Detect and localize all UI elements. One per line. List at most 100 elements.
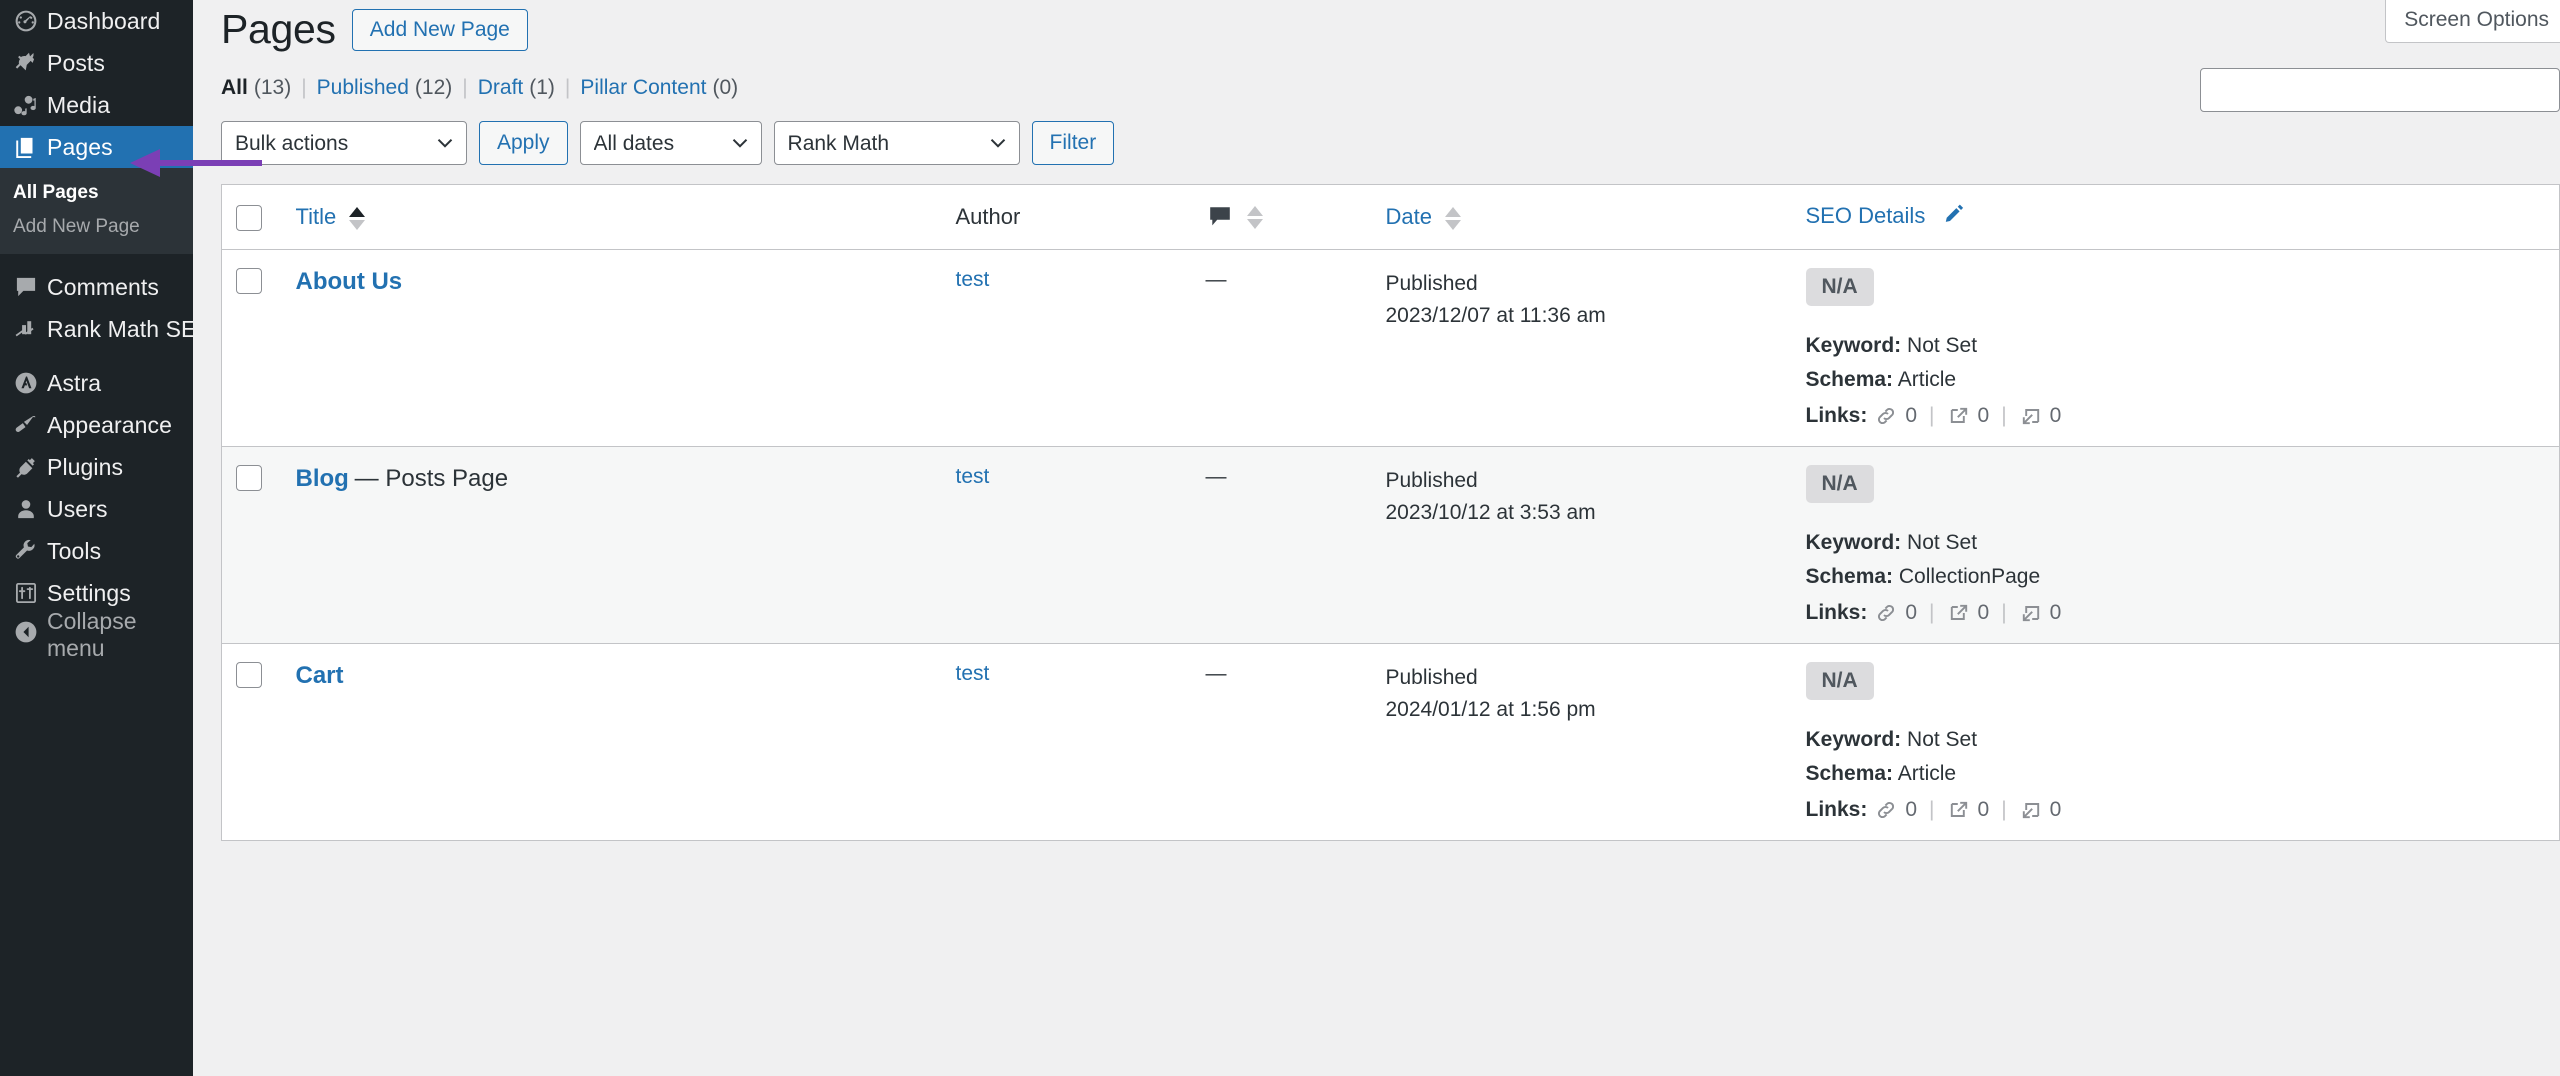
internal-link-icon (1874, 404, 1898, 428)
keyword-label: Keyword: (1805, 334, 1902, 357)
sidebar-item-pages[interactable]: Pages (0, 126, 193, 168)
sort-date-link[interactable]: Date (1386, 204, 1432, 229)
schema-label: Schema: (1805, 368, 1894, 391)
row-checkbox[interactable] (236, 268, 262, 294)
sidebar-item-plugins[interactable]: Plugins (0, 446, 193, 488)
status-filter-pillar-content-count: (0) (712, 76, 739, 99)
links-label: Links: (1805, 404, 1868, 427)
table-row: About Us test — Published 2023/12/07 at … (221, 249, 2560, 447)
status-filter-draft-count: (1) (529, 76, 555, 99)
pencil-icon[interactable] (1941, 201, 1967, 233)
column-title: Title (283, 184, 944, 250)
sort-indicator[interactable] (349, 206, 366, 230)
seo-score-badge: N/A (1805, 465, 1874, 503)
submenu-item-add-new-page[interactable]: Add New Page (0, 210, 193, 244)
page-title-link[interactable]: About Us (296, 268, 403, 295)
row-seo-cell: N/A Keyword: Not Set Schema: CollectionP… (1793, 446, 2560, 644)
date-filter-select[interactable]: All dates (579, 121, 762, 165)
bulk-actions-select-wrap: Bulk actions (221, 121, 467, 165)
row-author-cell: test (943, 446, 1194, 644)
row-comments-cell: — (1193, 643, 1374, 841)
sidebar-item-dashboard[interactable]: Dashboard (0, 0, 193, 42)
separator: | (1929, 601, 1935, 624)
status-filter-published-link[interactable]: Published (317, 76, 409, 100)
search-pages-input[interactable] (2200, 68, 2560, 112)
screen-options-button[interactable]: Screen Options (2385, 0, 2560, 43)
page-title-link[interactable]: Cart (296, 662, 344, 689)
column-comments (1193, 184, 1374, 250)
collapse-menu-button[interactable]: Collapse menu (0, 608, 193, 661)
rankmath-icon (13, 316, 47, 342)
sidebar-item-users[interactable]: Users (0, 488, 193, 530)
comment-icon (13, 274, 47, 300)
submenu-item-all-pages[interactable]: All Pages (0, 176, 193, 210)
author-link[interactable]: test (956, 662, 990, 685)
settings-icon (13, 580, 47, 606)
seo-schema-line: Schema: Article (1806, 368, 2548, 392)
seo-details-link[interactable]: SEO Details (1806, 203, 1926, 228)
sort-title-link[interactable]: Title (296, 204, 337, 229)
column-date: Date (1373, 184, 1794, 250)
sidebar-item-posts[interactable]: Posts (0, 42, 193, 84)
seo-score-badge: N/A (1805, 268, 1874, 306)
author-link[interactable]: test (956, 268, 990, 291)
row-checkbox[interactable] (236, 662, 262, 688)
row-comments-cell: — (1193, 249, 1374, 447)
sidebar-item-rank-math-seo[interactable]: Rank Math SEO (0, 308, 193, 350)
pages-table-body: About Us test — Published 2023/12/07 at … (221, 249, 2560, 841)
separator: | (2001, 601, 2007, 624)
select-all-checkbox[interactable] (236, 204, 262, 231)
sidebar-item-label: Posts (47, 49, 106, 76)
row-date-cell: Published 2024/01/12 at 1:56 pm (1373, 643, 1794, 841)
status-filter-published-count: (12) (414, 76, 453, 99)
sidebar-item-media[interactable]: Media (0, 84, 193, 126)
date-status: Published (1385, 272, 1478, 295)
sidebar-item-tools[interactable]: Tools (0, 530, 193, 572)
pages-table-head: Title Author Date SEO Details (221, 184, 2560, 250)
sidebar-item-label: Comments (47, 273, 159, 300)
internal-link-icon (1874, 798, 1898, 822)
seo-keyword-line: Keyword: Not Set (1806, 531, 2548, 555)
sidebar-item-comments[interactable]: Comments (0, 266, 193, 308)
rankmath-filter-select-wrap: Rank Math (773, 121, 1020, 165)
page-title-link[interactable]: Blog (296, 465, 349, 492)
row-checkbox[interactable] (236, 465, 262, 491)
row-author-cell: test (943, 249, 1194, 447)
sidebar-item-label: Plugins (47, 453, 124, 480)
apply-bulk-action-button[interactable]: Apply (479, 121, 568, 165)
seo-links-line: Links: 0 | 0 | 0 (1806, 404, 2548, 428)
filter-button[interactable]: Filter (1031, 121, 1115, 165)
bulk-actions-select[interactable]: Bulk actions (221, 121, 467, 165)
table-row: Cart test — Published 2024/01/12 at 1:56… (221, 643, 2560, 841)
sidebar-item-astra[interactable]: Astra (0, 362, 193, 404)
sidebar-divider (0, 350, 193, 362)
sort-indicator-date[interactable] (1445, 206, 1462, 230)
keyword-label: Keyword: (1805, 728, 1902, 751)
page-header: Pages Add New Page (221, 0, 2560, 58)
sidebar-item-settings[interactable]: Settings (0, 572, 193, 614)
add-new-page-button[interactable]: Add New Page (351, 9, 528, 51)
sidebar-item-label: Astra (47, 369, 102, 396)
internal-links-count: 0 (1905, 601, 1918, 624)
date-value: 2024/01/12 at 1:56 pm (1385, 697, 1596, 721)
separator: | (2001, 798, 2007, 821)
sort-asc-icon (349, 206, 366, 217)
external-link-icon (1947, 404, 1971, 428)
column-seo-details: SEO Details (1793, 184, 2560, 250)
sort-indicator-comments[interactable] (1246, 205, 1263, 229)
row-select-cell (221, 249, 284, 447)
status-filter-all-link[interactable]: All (221, 76, 248, 100)
status-filter-draft-link[interactable]: Draft (478, 76, 524, 100)
row-comments-cell: — (1193, 446, 1374, 644)
schema-value: Article (1897, 368, 1957, 391)
sidebar-item-appearance[interactable]: Appearance (0, 404, 193, 446)
comments-count: — (1205, 662, 1227, 685)
status-filter-draft: Draft (1) | (478, 76, 581, 100)
admin-sidebar: Dashboard Posts Media Pages All Pages Ad… (0, 0, 193, 1076)
status-filter-pillar-content-link[interactable]: Pillar Content (580, 76, 706, 100)
links-label: Links: (1805, 601, 1868, 624)
seo-schema-line: Schema: CollectionPage (1806, 565, 2548, 589)
rankmath-filter-select[interactable]: Rank Math (773, 121, 1020, 165)
author-link[interactable]: test (956, 465, 990, 488)
wrench-icon (13, 538, 47, 564)
